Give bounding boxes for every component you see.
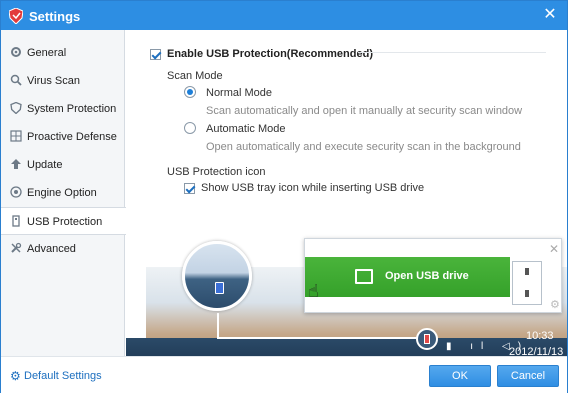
sidebar-item-update[interactable]: Update xyxy=(1,151,125,179)
folder-icon xyxy=(355,269,373,284)
sidebar-item-label: System Protection xyxy=(27,103,117,115)
automatic-mode-description: Open automatically and execute security … xyxy=(206,141,521,153)
sidebar-item-label: Proactive Defense xyxy=(27,131,117,143)
cancel-button[interactable]: Cancel xyxy=(497,365,559,387)
scan-mode-heading: Scan Mode xyxy=(167,70,223,82)
ok-button[interactable]: OK xyxy=(429,365,491,387)
title-bar: Settings ✕ xyxy=(1,1,567,30)
engine-icon xyxy=(10,186,22,198)
usb-drive-icon xyxy=(215,282,224,294)
default-settings-label: Default Settings xyxy=(24,370,102,382)
usb-popup: Open USB drive ✕ ⚙ xyxy=(304,238,562,313)
tray-usb-highlight xyxy=(416,328,438,350)
sidebar-item-label: Virus Scan xyxy=(27,75,80,87)
gear-icon xyxy=(11,47,21,57)
automatic-mode-radio[interactable] xyxy=(184,122,196,134)
usb-preview-illustration: ▮ ıl ◁) 10:33 2012/11/13 Open USB drive … xyxy=(126,237,567,356)
sidebar-item-system-protection[interactable]: System Protection xyxy=(1,95,125,123)
callout-line xyxy=(217,313,219,337)
grid-icon xyxy=(10,130,22,142)
sidebar-item-engine-option[interactable]: Engine Option xyxy=(1,179,125,207)
sidebar-item-label: General xyxy=(27,47,67,59)
sidebar-item-usb-protection[interactable]: USB Protection xyxy=(1,207,126,235)
show-tray-icon-checkbox[interactable] xyxy=(184,183,195,194)
sidebar-item-advanced[interactable]: Advanced xyxy=(1,235,125,263)
normal-mode-label: Normal Mode xyxy=(206,87,273,99)
close-icon: ✕ xyxy=(549,242,560,256)
normal-mode-radio[interactable] xyxy=(184,86,196,98)
show-tray-icon-label: Show USB tray icon while inserting USB d… xyxy=(201,182,425,194)
sidebar-item-label: USB Protection xyxy=(27,216,103,228)
sidebar-item-general[interactable]: General xyxy=(1,39,125,67)
sidebar-item-label: Update xyxy=(27,159,63,171)
usb-drive-graphic xyxy=(512,261,542,305)
open-usb-drive-label: Open USB drive xyxy=(385,270,469,282)
usb-icon xyxy=(12,215,20,227)
shield-icon xyxy=(10,102,22,114)
enable-usb-protection-checkbox[interactable] xyxy=(150,49,161,60)
open-usb-drive-button: Open USB drive xyxy=(305,257,510,297)
clock-date: 2012/11/13 xyxy=(509,346,564,356)
hand-cursor-icon: ☝ xyxy=(308,281,319,301)
gear-icon: ⚙ xyxy=(10,369,21,383)
usb-tray-icon xyxy=(424,334,430,344)
shield-logo-icon xyxy=(9,8,23,24)
normal-mode-description: Scan automatically and open it manually … xyxy=(206,105,523,117)
wrench-icon xyxy=(11,242,22,253)
automatic-mode-label: Automatic Mode xyxy=(206,123,286,135)
sidebar-item-proactive-defense[interactable]: Proactive Defense xyxy=(1,123,125,151)
sidebar-item-label: Advanced xyxy=(27,243,76,255)
callout-line xyxy=(217,337,417,339)
magnifier-lens xyxy=(182,241,252,311)
magnifier-icon xyxy=(10,74,22,86)
divider xyxy=(358,52,546,53)
settings-window: Settings ✕ General Virus Scan System Pro… xyxy=(0,0,568,393)
close-icon[interactable]: ✕ xyxy=(541,6,559,24)
enable-usb-protection-label: Enable USB Protection(Recommended) xyxy=(167,48,373,60)
sidebar-item-label: Engine Option xyxy=(27,187,97,199)
usb-protection-panel: Enable USB Protection(Recommended) Scan … xyxy=(126,30,567,356)
clock-time: 10:33 xyxy=(526,330,554,342)
sidebar: General Virus Scan System Protection Pro… xyxy=(1,30,126,356)
window-title: Settings xyxy=(29,9,81,24)
footer: ⚙ Default Settings OK Cancel xyxy=(1,356,567,393)
usb-protection-icon-heading: USB Protection icon xyxy=(167,166,266,178)
gear-icon: ⚙ xyxy=(550,299,560,311)
sidebar-item-virus-scan[interactable]: Virus Scan xyxy=(1,67,125,95)
upload-arrow-icon xyxy=(11,159,21,169)
